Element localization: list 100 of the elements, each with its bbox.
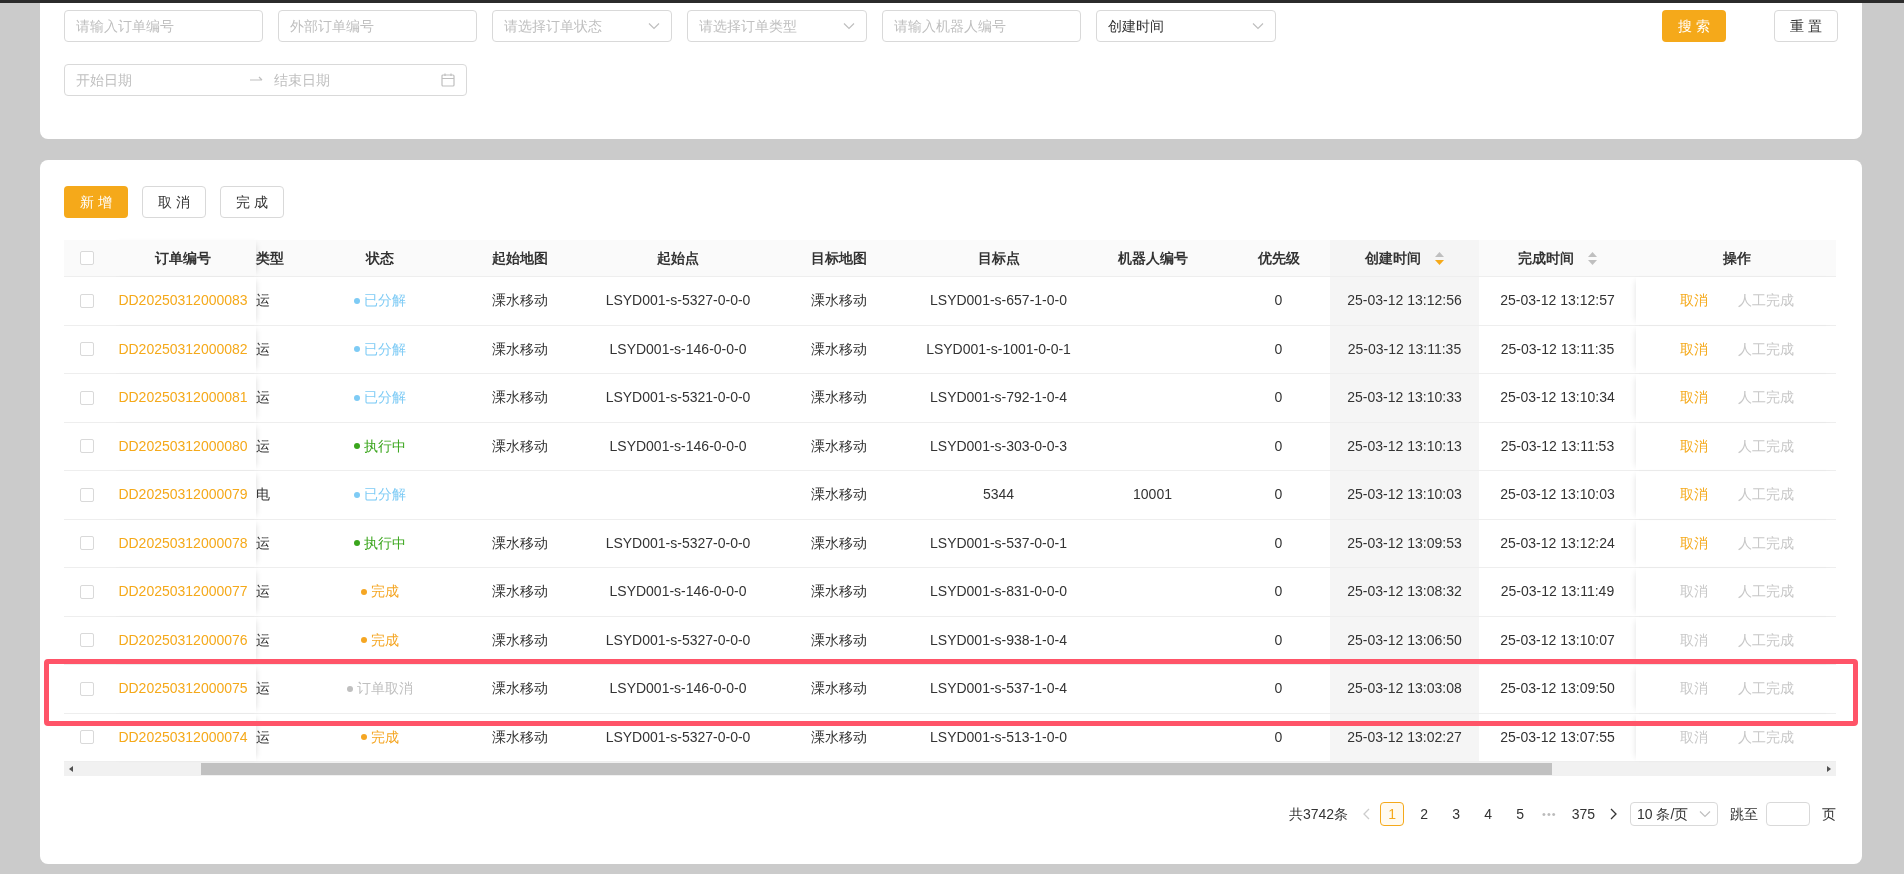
date-range-field[interactable]: 开始日期 结束日期 [64, 64, 467, 96]
status-text: 完成 [371, 630, 399, 650]
sort-icon[interactable] [1588, 251, 1597, 265]
order-link[interactable]: DD20250312000082 [118, 338, 248, 360]
column-header: 目标点 [977, 248, 1020, 268]
checkbox[interactable] [80, 487, 94, 502]
table-cell-text: 0 [1274, 630, 1283, 650]
table-cell-text: LSYD001-s-831-0-0-0 [930, 582, 1067, 602]
checkbox[interactable] [80, 730, 94, 745]
cancel-link[interactable]: 取消 [1679, 435, 1708, 457]
page-ellipsis[interactable]: ••• [1540, 805, 1559, 823]
page-size-select[interactable]: 10 条/页 [1630, 802, 1718, 826]
table-cell-text: 溧水移动 [810, 291, 867, 311]
checkbox[interactable] [80, 681, 94, 696]
cancel-link[interactable]: 取消 [1679, 484, 1708, 506]
table-cell-text: 溧水移动 [491, 630, 548, 650]
checkbox[interactable] [80, 342, 94, 357]
table-cell-text: LSYD001-s-146-0-0-0 [609, 339, 747, 359]
table-cell-text: 溧水移动 [491, 582, 548, 602]
text-field[interactable]: 请输入订单编号 [64, 10, 263, 42]
table-cell-text: 10001 [1133, 485, 1172, 505]
table-cell-text: 5344 [982, 485, 1015, 505]
checkbox[interactable] [80, 584, 94, 599]
chevron-right-icon[interactable] [1608, 808, 1618, 820]
table-cell-text: LSYD001-s-5327-0-0-0 [605, 291, 751, 311]
reset-button[interactable]: 重 置 [1774, 10, 1838, 42]
status-text: 已分解 [364, 388, 406, 408]
table-cell-text: 溧水移动 [491, 533, 548, 553]
sort-icon[interactable] [1435, 251, 1444, 265]
table-cell-text: 运 [256, 727, 270, 747]
table-cell-text: 25-03-12 13:10:13 [1347, 436, 1462, 456]
column-header: 优先级 [1257, 248, 1300, 268]
cancel-link[interactable]: 取消 [1679, 338, 1708, 360]
page-suffix: 页 [1822, 804, 1836, 824]
status-text: 执行中 [364, 533, 406, 553]
table-cell-text: 25-03-12 13:11:35 [1500, 339, 1615, 359]
order-link[interactable]: DD20250312000079 [118, 484, 248, 506]
table-cell-text: 0 [1274, 485, 1283, 505]
table-cell-text: LSYD001-s-303-0-0-3 [930, 436, 1067, 456]
calendar-icon [441, 73, 455, 87]
order-link[interactable]: DD20250312000081 [118, 387, 248, 409]
select-field[interactable]: 请选择订单状态 [492, 10, 672, 42]
table-cell-text: 25-03-12 13:12:24 [1500, 533, 1615, 553]
page-input[interactable] [1766, 802, 1810, 826]
table-cell-text: 溧水移动 [491, 388, 548, 408]
column-header: 订单编号 [155, 248, 211, 268]
select-field[interactable]: 请选择订单类型 [687, 10, 867, 42]
toolbar-button[interactable]: 取 消 [142, 186, 206, 218]
select-field[interactable]: 创建时间 [1096, 10, 1276, 42]
toolbar-button[interactable]: 完 成 [220, 186, 284, 218]
table-cell-text: LSYD001-s-1001-0-0-1 [926, 339, 1071, 359]
table-cell-text: 运 [256, 630, 270, 650]
table-cell-text: 溧水移动 [810, 436, 867, 456]
table-cell-text: LSYD001-s-5327-0-0-0 [605, 727, 751, 747]
page-button[interactable]: 1 [1380, 802, 1405, 826]
order-link[interactable]: DD20250312000080 [118, 435, 248, 457]
text-field[interactable]: 外部订单编号 [278, 10, 477, 42]
checkbox[interactable] [80, 536, 94, 551]
cancel-link[interactable]: 取消 [1679, 290, 1708, 312]
chevron-down-icon [1252, 22, 1264, 30]
horizontal-scrollbar[interactable] [64, 762, 1836, 776]
table-cell-text: 25-03-12 13:12:56 [1347, 291, 1462, 311]
checkbox[interactable] [80, 633, 94, 648]
status-text: 订单取消 [357, 679, 413, 699]
checkbox[interactable] [80, 293, 94, 308]
order-link[interactable]: DD20250312000076 [118, 629, 248, 651]
text-field[interactable]: 请输入机器人编号 [882, 10, 1081, 42]
status-text: 已分解 [364, 339, 406, 359]
order-link[interactable]: DD20250312000077 [118, 581, 248, 603]
table-cell-text: 25-03-12 13:10:03 [1347, 485, 1462, 505]
order-link[interactable]: DD20250312000075 [118, 678, 248, 700]
status-text: 已分解 [364, 485, 406, 505]
table-cell-text: 运 [256, 679, 270, 699]
table-cell-text: 25-03-12 13:07:55 [1500, 727, 1615, 747]
table-cell-text: 溧水移动 [491, 291, 548, 311]
table-cell-text: LSYD001-s-146-0-0-0 [609, 679, 747, 699]
order-link[interactable]: DD20250312000083 [118, 290, 248, 312]
table-cell-text: 运 [256, 533, 270, 553]
table-cell-text: 溧水移动 [810, 388, 867, 408]
column-header: 起始地图 [491, 248, 548, 268]
search-button[interactable]: 搜 索 [1662, 10, 1726, 42]
order-link[interactable]: DD20250312000078 [118, 532, 248, 554]
table-cell-text: 0 [1274, 582, 1283, 602]
table-cell-text: 运 [256, 388, 270, 408]
table-cell-text: 25-03-12 13:10:03 [1500, 485, 1615, 505]
table-cell-text: LSYD001-s-146-0-0-0 [609, 436, 747, 456]
toolbar-button[interactable]: 新 增 [64, 186, 128, 218]
status-text: 完成 [371, 582, 399, 602]
cancel-link[interactable]: 取消 [1679, 532, 1708, 554]
cancel-link[interactable]: 取消 [1679, 387, 1708, 409]
table-cell-text: 溧水移动 [810, 582, 867, 602]
table-cell-text: 0 [1274, 436, 1283, 456]
table-cell-text: LSYD001-s-792-1-0-4 [930, 388, 1067, 408]
checkbox[interactable] [80, 251, 94, 265]
table-cell-text: LSYD001-s-146-0-0-0 [609, 582, 747, 602]
checkbox[interactable] [80, 390, 94, 405]
column-header: 起始点 [657, 248, 699, 268]
table-cell-text: 0 [1274, 339, 1283, 359]
checkbox[interactable] [80, 439, 94, 454]
order-link[interactable]: DD20250312000074 [118, 726, 248, 748]
